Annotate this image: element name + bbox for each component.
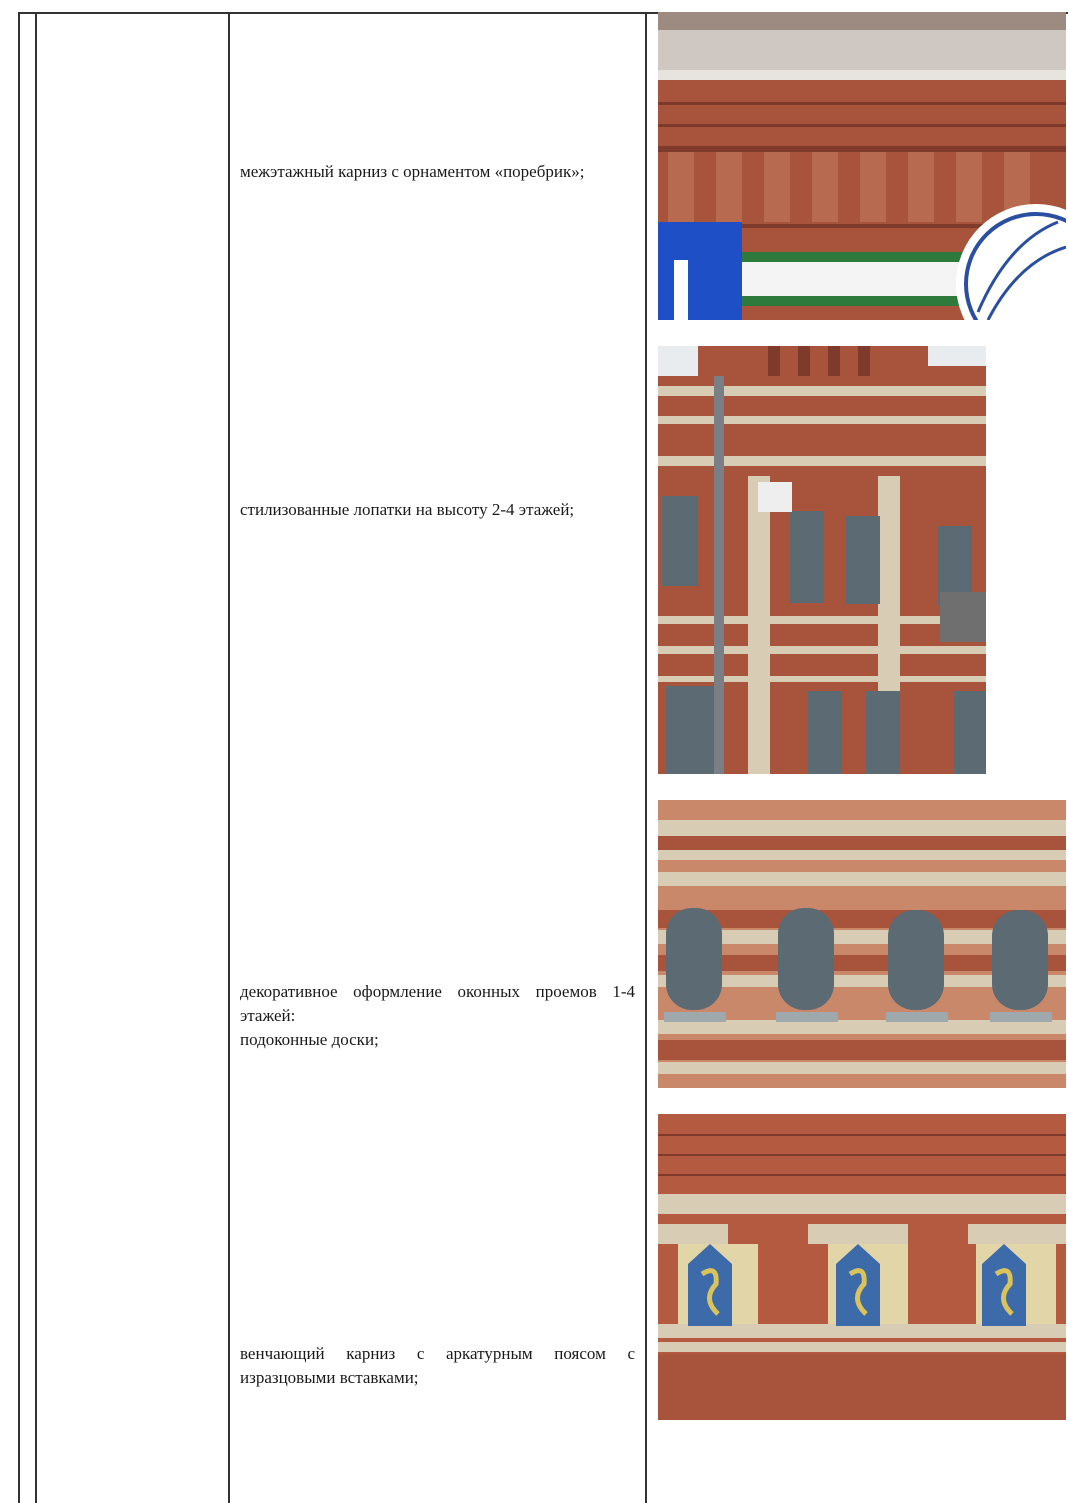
pilasters-photo — [658, 346, 986, 774]
column-divider-3 — [645, 12, 647, 1503]
column-divider-1 — [35, 12, 37, 1503]
crowning-cornice-photo — [658, 1114, 1066, 1420]
description-1-line-1: межэтажный карниз с орнаментом «поребрик… — [240, 162, 585, 181]
cornice-photo — [658, 12, 1066, 320]
window-decoration-photo — [658, 800, 1066, 1088]
description-3-line-1: декоративное оформление оконных проемов … — [240, 982, 635, 1025]
description-2: стилизованные лопатки на высоту 2-4 этаж… — [240, 498, 635, 522]
description-2-line-1: стилизованные лопатки на высоту 2-4 этаж… — [240, 500, 575, 519]
description-3-line-2: подоконные доски; — [240, 1030, 379, 1049]
document-page: межэтажный карниз с орнаментом «поребрик… — [0, 0, 1068, 1503]
description-3: декоративное оформление оконных проемов … — [240, 980, 635, 1052]
description-4: венчающий карниз с аркатурным поясом с и… — [240, 1342, 635, 1390]
column-divider-0 — [18, 12, 20, 1503]
description-1: межэтажный карниз с орнаментом «поребрик… — [240, 160, 635, 184]
description-4-line-1: венчающий карниз с аркатурным поясом с и… — [240, 1344, 635, 1387]
column-divider-2 — [228, 12, 230, 1503]
